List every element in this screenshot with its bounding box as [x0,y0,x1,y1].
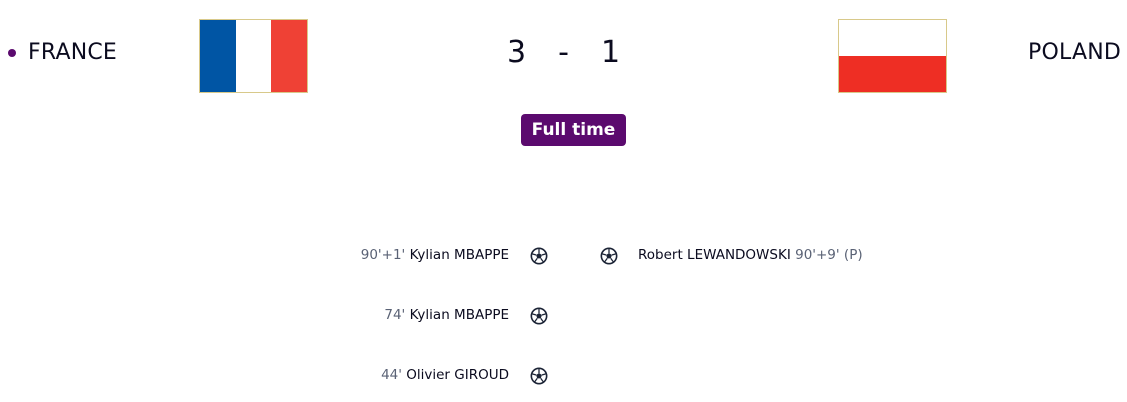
home-goal-event: 90'+1' Kylian MBAPPE [361,247,509,263]
soccer-ball-icon [530,367,548,385]
match-status-badge: Full time [521,114,626,146]
poland-flag-icon [838,19,947,93]
away-team-name: POLAND [1028,40,1121,65]
home-score: 3 [506,35,527,70]
soccer-ball-icon [530,307,548,325]
home-goal-event: 44' Olivier GIROUD [381,367,509,383]
away-score: 1 [600,35,621,70]
match-scoreboard: FRANCE 3-1 POLAND Full time 90'+1' Kylia… [0,0,1127,402]
goal-minute: 90'+9' [795,247,840,263]
soccer-ball-icon [600,247,618,265]
home-goal-event: 74' Kylian MBAPPE [384,307,509,323]
goal-scorer: Kylian MBAPPE [409,307,509,323]
score-separator: - [558,35,569,70]
goal-scorer: Olivier GIROUD [406,367,509,383]
away-goal-event: Robert LEWANDOWSKI 90'+9' (P) [638,247,863,263]
away-team[interactable]: POLAND [1028,40,1121,65]
goal-scorer: Kylian MBAPPE [409,247,509,263]
score: 3-1 [0,35,1127,70]
goal-minute: 74' [384,307,406,323]
soccer-ball-icon [530,247,548,265]
goal-minute: 90'+1' [360,247,406,263]
goal-scorer: Robert LEWANDOWSKI [638,247,791,263]
goal-minute: 44' [381,367,402,383]
penalty-note: (P) [843,247,863,263]
